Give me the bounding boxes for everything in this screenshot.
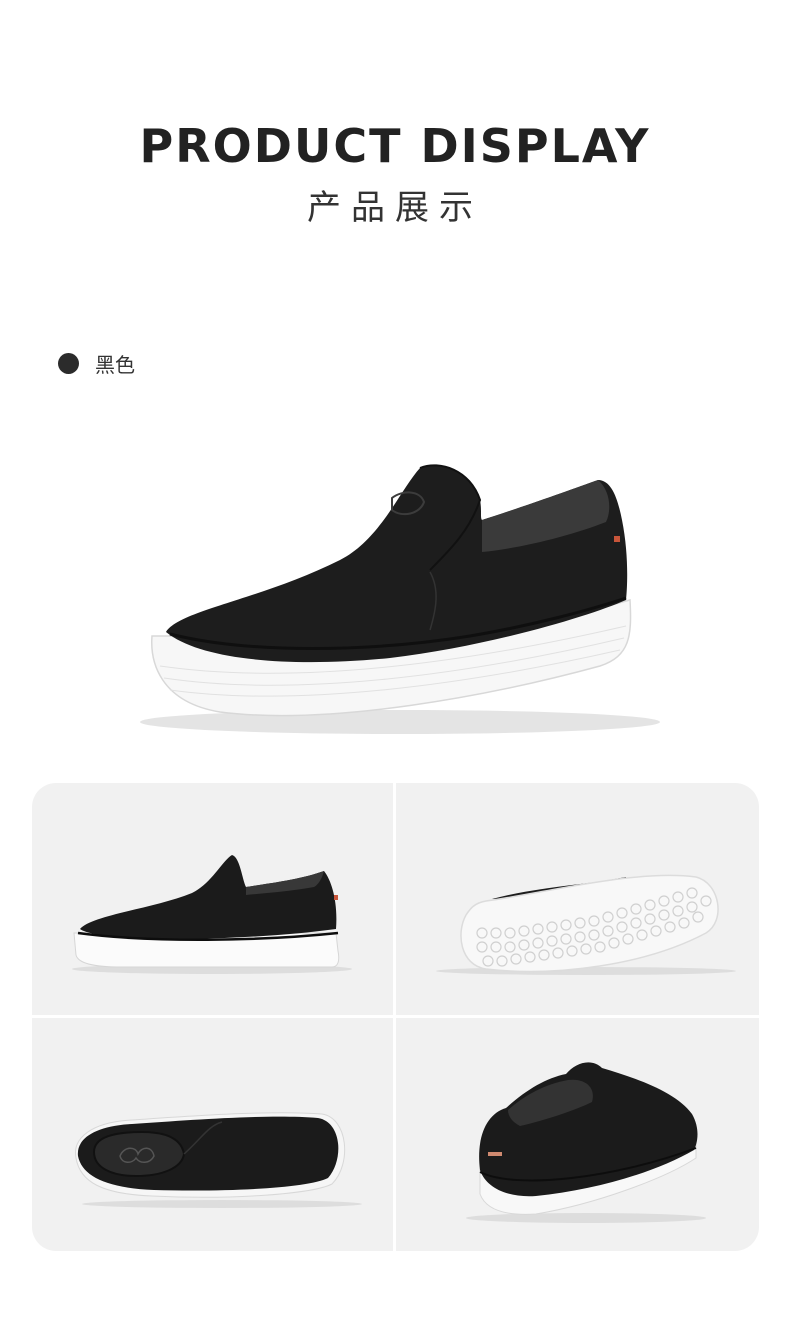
hero-shoe-image: [140, 464, 660, 734]
rear-view-image: [396, 1018, 759, 1251]
page-title: PRODUCT DISPLAY: [139, 119, 651, 173]
color-swatch: [58, 352, 79, 374]
side-view-image: [32, 783, 393, 1015]
color-name: 黑色: [95, 352, 135, 377]
top-view-image: [32, 1018, 393, 1251]
page-subtitle: 产品展示: [307, 188, 483, 228]
sole-view-image: [396, 783, 759, 1015]
product-view-grid: [32, 783, 759, 1251]
color-option: 黑色: [58, 350, 135, 377]
